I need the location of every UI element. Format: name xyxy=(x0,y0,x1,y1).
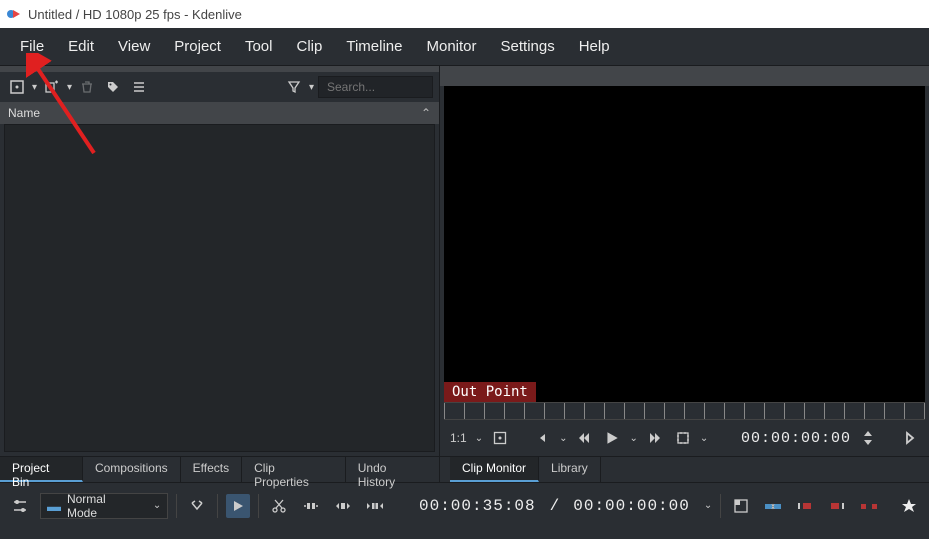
select-tool-button[interactable] xyxy=(226,494,250,518)
title-bar: Untitled / HD 1080p 25 fps - Kdenlive xyxy=(0,0,929,28)
separator xyxy=(258,494,259,518)
app-icon xyxy=(6,6,22,22)
timeline-duration-timecode: 00:00:00:00 xyxy=(573,497,690,515)
cut-button[interactable] xyxy=(267,494,291,518)
chevron-down-icon: ⌄ xyxy=(153,500,161,511)
add-clip-button[interactable] xyxy=(41,76,63,98)
tab-undo-history[interactable]: Undo History xyxy=(346,457,440,482)
zoom-label[interactable]: 1:1 xyxy=(448,431,469,445)
lift-button[interactable] xyxy=(857,494,881,518)
monitor-timecode[interactable]: 00:00:00:00 xyxy=(741,430,851,447)
tab-compositions[interactable]: Compositions xyxy=(83,457,181,482)
delete-clip-button xyxy=(76,76,98,98)
chevron-down-icon[interactable]: ⌄ xyxy=(475,433,483,444)
rewind-button[interactable] xyxy=(573,427,595,449)
search-input[interactable] xyxy=(318,76,433,98)
menu-settings[interactable]: Settings xyxy=(489,32,567,61)
next-button[interactable] xyxy=(899,427,921,449)
left-tabs: Project Bin Compositions Effects Clip Pr… xyxy=(0,456,440,482)
chevron-down-icon[interactable]: ⌄ xyxy=(704,500,712,511)
chevron-down-icon[interactable]: ▾ xyxy=(309,82,314,93)
forward-button[interactable] xyxy=(644,427,666,449)
project-bin-panel: ▾ ▾ ▾ Name ⌃ xyxy=(0,66,440,456)
edit-mode-select[interactable]: ▬ Normal Mode ⌄ xyxy=(40,493,168,519)
separator xyxy=(217,494,218,518)
timeline-position-timecode[interactable]: 00:00:35:08 xyxy=(419,497,536,515)
mode-label: Normal Mode xyxy=(67,492,139,520)
menu-button[interactable] xyxy=(128,76,150,98)
menubar: File Edit View Project Tool Clip Timelin… xyxy=(0,28,929,66)
insert-button[interactable] xyxy=(331,494,355,518)
monitor-ruler[interactable] xyxy=(444,402,925,420)
chevron-down-icon[interactable]: ▾ xyxy=(67,82,72,93)
chevron-down-icon[interactable]: ⌄ xyxy=(559,433,567,444)
fullscreen-button[interactable] xyxy=(489,427,511,449)
timecode-stepper[interactable] xyxy=(857,427,879,449)
zone-out-button[interactable] xyxy=(825,494,849,518)
menu-help[interactable]: Help xyxy=(567,32,622,61)
chevron-down-icon[interactable]: ⌄ xyxy=(629,433,637,444)
window-title: Untitled / HD 1080p 25 fps - Kdenlive xyxy=(28,7,242,22)
timecode-separator: / xyxy=(550,497,560,515)
out-point-label: Out Point xyxy=(444,382,536,402)
view-mode-button[interactable] xyxy=(6,76,28,98)
name-column-label: Name xyxy=(8,106,40,120)
tab-library[interactable]: Library xyxy=(539,457,601,482)
overwrite-button[interactable] xyxy=(363,494,387,518)
tab-effects[interactable]: Effects xyxy=(181,457,242,482)
menu-monitor[interactable]: Monitor xyxy=(414,32,488,61)
separator xyxy=(720,494,721,518)
timeline-toolbar: ▬ Normal Mode ⌄ 00:00:35:08 / 00:00:00:0… xyxy=(0,482,929,528)
tabs-row: Project Bin Compositions Effects Clip Pr… xyxy=(0,456,929,482)
tag-button[interactable] xyxy=(102,76,124,98)
chevron-down-icon[interactable]: ⌄ xyxy=(700,433,708,444)
menu-timeline[interactable]: Timeline xyxy=(334,32,414,61)
mode-icon: ▬ xyxy=(47,498,61,514)
sort-chevron-icon: ⌃ xyxy=(421,106,431,120)
track-settings-button[interactable] xyxy=(8,494,32,518)
mix-clips-button[interactable] xyxy=(761,494,785,518)
clip-monitor-panel: Out Point 1:1 ⌄ ⌄ ⌄ ⌄ 00:00:00:00 xyxy=(440,66,929,456)
filter-button[interactable] xyxy=(283,76,305,98)
menu-file[interactable]: File xyxy=(8,32,56,61)
preview-render-button[interactable] xyxy=(729,494,753,518)
edit-mode-button[interactable] xyxy=(672,427,694,449)
menu-clip[interactable]: Clip xyxy=(285,32,335,61)
tab-project-bin[interactable]: Project Bin xyxy=(0,457,83,482)
compositing-button[interactable] xyxy=(185,494,209,518)
spacer-tool-button[interactable] xyxy=(299,494,323,518)
menu-tool[interactable]: Tool xyxy=(233,32,285,61)
bin-column-header[interactable]: Name ⌃ xyxy=(0,102,439,124)
chevron-down-icon[interactable]: ▾ xyxy=(32,82,37,93)
zone-in-button[interactable] xyxy=(793,494,817,518)
menu-view[interactable]: View xyxy=(106,32,162,61)
monitor-viewport[interactable]: Out Point xyxy=(444,86,925,402)
play-button[interactable] xyxy=(601,427,623,449)
separator xyxy=(176,494,177,518)
bin-content-area[interactable] xyxy=(4,124,435,452)
monitor-controls: 1:1 ⌄ ⌄ ⌄ ⌄ 00:00:00:00 xyxy=(440,420,929,456)
menu-project[interactable]: Project xyxy=(162,32,233,61)
panel-header xyxy=(440,66,929,86)
set-in-button[interactable] xyxy=(531,427,553,449)
right-tabs: Clip Monitor Library xyxy=(440,456,929,482)
tab-clip-properties[interactable]: Clip Properties xyxy=(242,457,346,482)
menu-edit[interactable]: Edit xyxy=(56,32,106,61)
bin-toolbar: ▾ ▾ ▾ xyxy=(0,72,439,102)
favorite-button[interactable] xyxy=(897,494,921,518)
tab-clip-monitor[interactable]: Clip Monitor xyxy=(450,457,539,482)
